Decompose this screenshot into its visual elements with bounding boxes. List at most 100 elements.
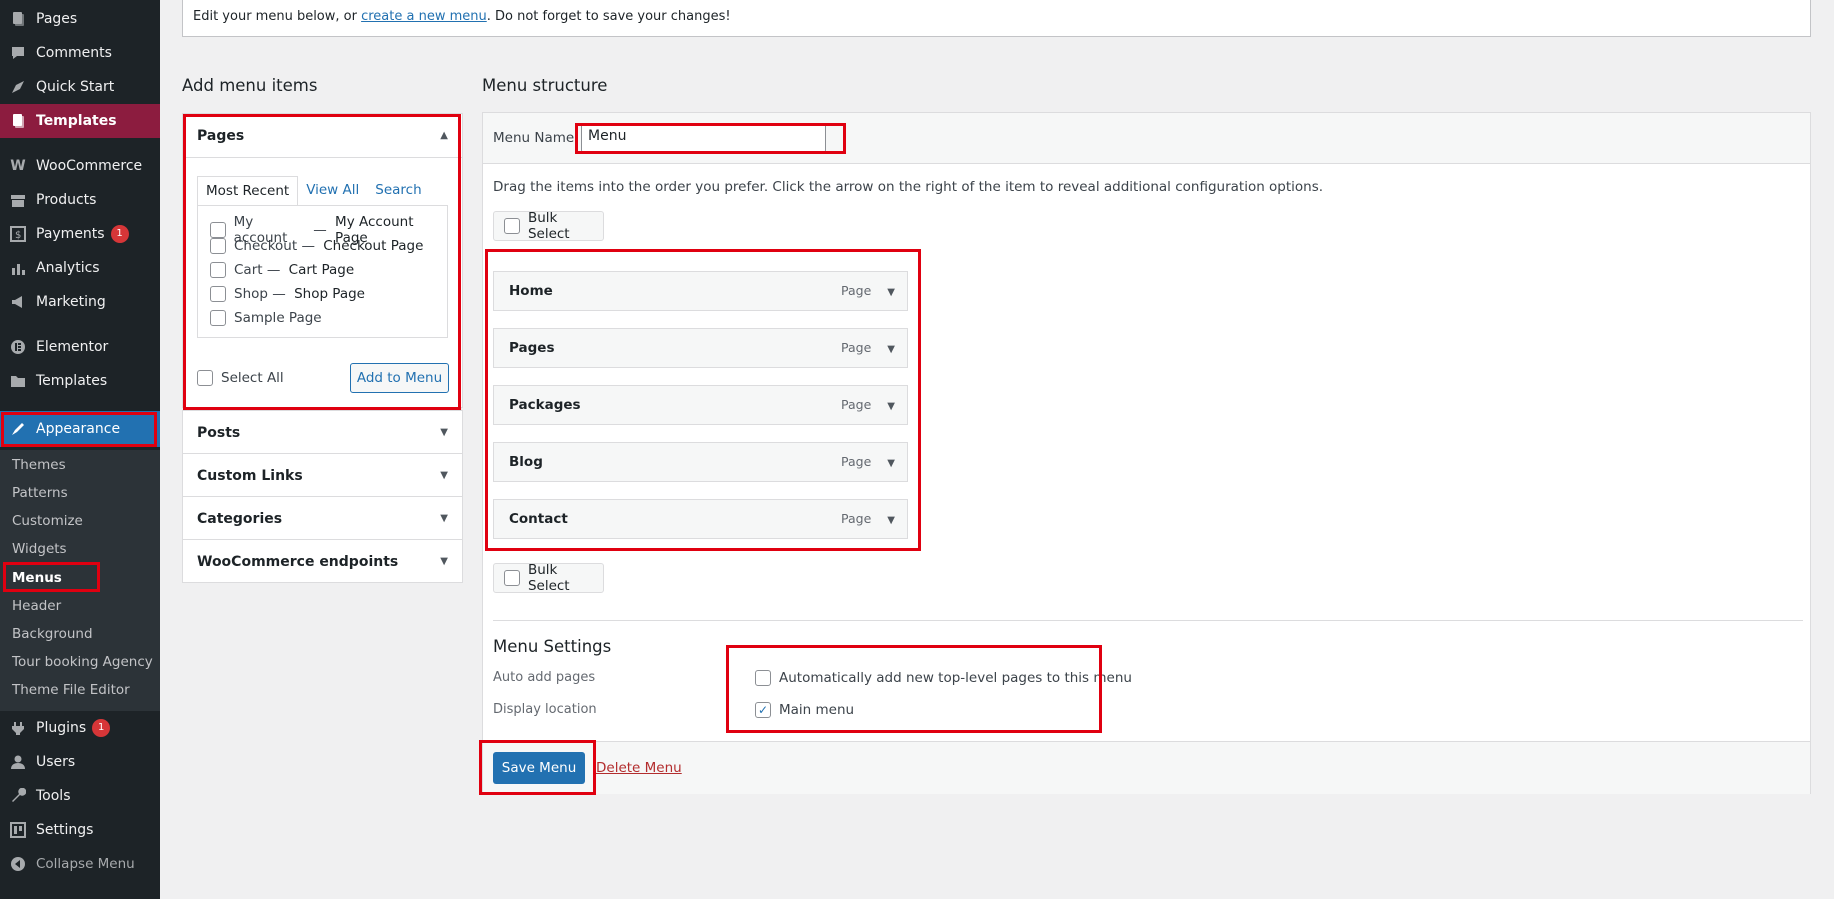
elementor-icon (8, 337, 28, 357)
chevron-down-icon[interactable]: ▼ (887, 401, 895, 412)
chevron-down-icon: ▼ (440, 556, 448, 567)
menu-name-input[interactable]: Menu (581, 123, 826, 153)
sidebar-item-label: Plugins (36, 720, 87, 736)
sidebar-item-settings[interactable]: Settings (0, 813, 160, 847)
submenu-item-themes[interactable]: Themes (12, 457, 66, 473)
pages-accordion-header[interactable]: Pages ▲ (183, 114, 462, 157)
woocommerce-endpoints-accordion[interactable]: WooCommerce endpoints ▼ (182, 539, 463, 583)
pages-accordion-title: Pages (197, 127, 245, 144)
appearance-submenu: Themes Patterns Customize Widgets Menus … (0, 450, 160, 711)
menu-item-blog[interactable]: Blog Page ▼ (493, 442, 908, 482)
main-menu-text: Main menu (779, 702, 855, 718)
chevron-down-icon[interactable]: ▼ (887, 344, 895, 355)
sidebar-item-label: Products (36, 192, 97, 208)
page-option-label: Checkout (234, 238, 298, 254)
sidebar-item-marketing[interactable]: Marketing (0, 285, 160, 319)
bulk-select-checkbox[interactable] (504, 218, 520, 234)
bulk-select-bottom[interactable]: Bulk Select (493, 562, 604, 594)
sidebar-item-pages[interactable]: Pages (0, 2, 160, 36)
posts-accordion[interactable]: Posts ▼ (182, 410, 463, 454)
sidebar-item-label: Analytics (36, 260, 100, 276)
page-option-sample-page[interactable]: Sample Page (210, 310, 322, 326)
sidebar-item-comments[interactable]: Comments (0, 36, 160, 70)
sidebar-item-label: Templates (36, 113, 117, 129)
page-option-state: Cart Page (288, 262, 355, 278)
woocommerce-icon: W (10, 158, 26, 174)
submenu-item-tour-booking-agency[interactable]: Tour booking Agency (12, 654, 153, 670)
posts-accordion-title: Posts (197, 424, 241, 441)
page-option-sep: — (267, 286, 291, 302)
auto-add-pages-checkbox[interactable] (755, 670, 771, 686)
menu-item-title: Contact (509, 511, 568, 527)
page-option-sep: — (297, 238, 320, 254)
sidebar-item-products[interactable]: Products (0, 183, 160, 217)
bulk-select-checkbox[interactable] (504, 570, 520, 586)
main-menu-location-option[interactable]: ✓ Main menu (755, 702, 854, 718)
tab-search[interactable]: Search (367, 176, 429, 205)
most-recent-pages-panel: My account — My Account Page Checkout — … (197, 205, 448, 338)
page-checkbox[interactable] (210, 222, 226, 238)
templates-icon (8, 111, 28, 131)
sidebar-item-payments[interactable]: $ Payments 1 (0, 217, 160, 251)
page-option-sep: — (308, 222, 332, 238)
sidebar-item-plugins[interactable]: Plugins 1 (0, 711, 160, 745)
custom-links-accordion-title: Custom Links (197, 467, 303, 484)
menu-item-pages[interactable]: Pages Page ▼ (493, 328, 908, 368)
page-option-cart[interactable]: Cart — Cart Page (210, 262, 354, 278)
tab-most-recent[interactable]: Most Recent (197, 176, 299, 205)
add-to-menu-button[interactable]: Add to Menu (350, 363, 449, 393)
bulk-select-top[interactable]: Bulk Select (493, 210, 604, 242)
sidebar-item-woocommerce[interactable]: W WooCommerce (0, 149, 160, 183)
sidebar-item-appearance[interactable]: Appearance (0, 411, 160, 447)
categories-accordion[interactable]: Categories ▼ (182, 496, 463, 540)
custom-links-accordion[interactable]: Custom Links ▼ (182, 453, 463, 497)
submenu-item-widgets[interactable]: Widgets (12, 541, 67, 557)
chevron-down-icon: ▼ (440, 513, 448, 524)
page-option-label: Shop (234, 286, 268, 302)
sidebar-item-quick-start[interactable]: Quick Start (0, 70, 160, 104)
select-all-control[interactable]: Select All (197, 370, 284, 386)
settings-icon (8, 820, 28, 840)
collapse-menu-button[interactable]: Collapse Menu (0, 847, 160, 881)
chevron-down-icon[interactable]: ▼ (887, 287, 895, 298)
folder-icon (8, 371, 28, 391)
submenu-item-background[interactable]: Background (12, 626, 93, 642)
sidebar-item-label: Comments (36, 45, 112, 61)
tools-icon (8, 786, 28, 806)
sidebar-item-label: Payments (36, 226, 105, 242)
menu-footer-bar: Save Menu Delete Menu (483, 741, 1810, 794)
sidebar-item-analytics[interactable]: Analytics (0, 251, 160, 285)
sidebar-item-label: Elementor (36, 339, 109, 355)
sidebar-item-templates[interactable]: Templates (0, 104, 160, 138)
chevron-down-icon[interactable]: ▼ (887, 515, 895, 526)
menu-name-bar: Menu Name Menu (483, 113, 1810, 164)
main-menu-checkbox[interactable]: ✓ (755, 702, 771, 718)
page-option-label: Sample Page (234, 310, 322, 326)
submenu-item-theme-file-editor[interactable]: Theme File Editor (12, 682, 130, 698)
select-all-checkbox[interactable] (197, 370, 213, 386)
page-checkbox[interactable] (210, 262, 226, 278)
submenu-item-header[interactable]: Header (12, 598, 61, 614)
create-new-menu-link[interactable]: create a new menu (361, 9, 487, 24)
sidebar-item-elementor[interactable]: Elementor (0, 330, 160, 364)
tab-view-all[interactable]: View All (298, 176, 367, 205)
page-checkbox[interactable] (210, 286, 226, 302)
auto-add-pages-option[interactable]: Automatically add new top-level pages to… (755, 670, 1132, 686)
menu-item-contact[interactable]: Contact Page ▼ (493, 499, 908, 539)
menu-item-packages[interactable]: Packages Page ▼ (493, 385, 908, 425)
page-option-checkout[interactable]: Checkout — Checkout Page (210, 238, 423, 254)
sidebar-item-users[interactable]: Users (0, 745, 160, 779)
menu-item-home[interactable]: Home Page ▼ (493, 271, 908, 311)
sidebar-item-tools[interactable]: Tools (0, 779, 160, 813)
submenu-item-menus[interactable]: Menus (12, 570, 62, 586)
submenu-item-patterns[interactable]: Patterns (12, 485, 68, 501)
plugins-badge: 1 (92, 719, 111, 737)
chevron-down-icon[interactable]: ▼ (887, 458, 895, 469)
submenu-item-customize[interactable]: Customize (12, 513, 83, 529)
page-checkbox[interactable] (210, 310, 226, 326)
save-menu-button[interactable]: Save Menu (493, 752, 585, 784)
page-checkbox[interactable] (210, 238, 226, 254)
sidebar-item-templates-2[interactable]: Templates (0, 364, 160, 398)
delete-menu-link[interactable]: Delete Menu (596, 760, 682, 776)
page-option-shop[interactable]: Shop — Shop Page (210, 286, 365, 302)
